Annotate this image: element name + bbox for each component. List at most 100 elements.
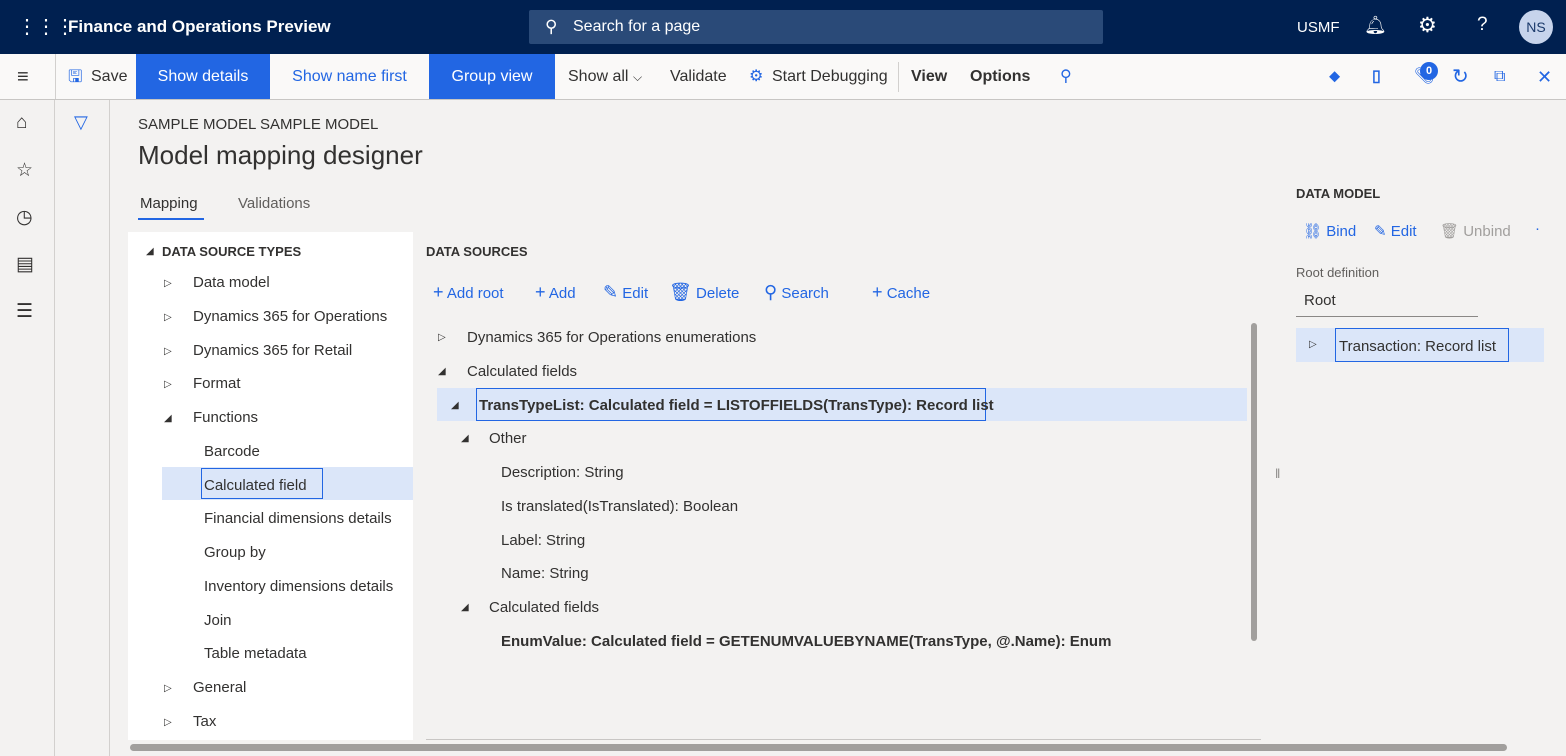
collapse-icon[interactable]: ◢ (451, 400, 459, 411)
data-source-item[interactable]: Dynamics 365 for Operations enumerations (467, 329, 756, 346)
open-new-window-icon[interactable]: ⧉ (1494, 54, 1505, 99)
debug-icon: ⚙ (749, 54, 763, 99)
type-tree-item[interactable]: General (193, 679, 246, 696)
type-tree-item[interactable]: Financial dimensions details (204, 510, 392, 527)
splitter-handle[interactable]: ‖ (1275, 466, 1280, 481)
app-title[interactable]: Finance and Operations Preview (68, 17, 331, 37)
chevron-down-icon: ⌵ (633, 70, 642, 84)
data-source-item[interactable]: Description: String (501, 464, 624, 481)
expand-icon[interactable]: ▷ (164, 683, 172, 694)
expand-icon[interactable]: ▷ (438, 332, 446, 343)
group-view-button[interactable]: Group view (429, 54, 555, 99)
more-icon[interactable]: · (1535, 220, 1540, 237)
add-button[interactable]: + Add (535, 282, 576, 303)
type-tree-item[interactable]: Dynamics 365 for Operations (193, 308, 387, 325)
power-apps-icon[interactable]: ⬥ (1329, 54, 1340, 99)
gear-icon[interactable]: ⚙ (1418, 13, 1437, 38)
expand-icon[interactable]: ▷ (164, 717, 172, 728)
validate-button[interactable]: Validate (670, 54, 727, 99)
hamburger-icon[interactable]: ≡ (17, 54, 29, 99)
page-title: Model mapping designer (138, 140, 423, 171)
type-tree-item[interactable]: Table metadata (204, 645, 307, 662)
type-tree-item[interactable]: Format (193, 375, 241, 392)
type-tree-item[interactable]: Group by (204, 544, 266, 561)
tab-mapping[interactable]: Mapping (140, 195, 198, 212)
toolbar-label: Cache (887, 285, 930, 302)
tab-validations[interactable]: Validations (238, 195, 310, 212)
close-icon[interactable]: ✕ (1537, 54, 1552, 99)
start-debugging-button[interactable]: Start Debugging (772, 54, 888, 99)
data-source-item[interactable]: Other (489, 430, 527, 447)
expand-icon[interactable]: ▷ (164, 346, 172, 357)
search-button[interactable]: ⚲ Search (764, 282, 829, 303)
data-source-item[interactable]: Is translated(IsTranslated): Boolean (501, 498, 738, 515)
type-tree-item[interactable]: Tax (193, 713, 216, 730)
search-icon: ⚲ (764, 282, 777, 302)
data-source-item[interactable]: EnumValue: Calculated field = GETENUMVAL… (501, 633, 1111, 650)
expand-icon[interactable]: ▷ (164, 312, 172, 323)
trash-icon: 🗑︎ (1440, 223, 1459, 240)
data-source-item[interactable]: Label: String (501, 532, 585, 549)
home-icon[interactable]: ⌂ (16, 112, 27, 134)
vertical-scrollbar[interactable] (1251, 323, 1257, 641)
data-source-item[interactable]: Name: String (501, 565, 589, 582)
list-icon[interactable]: ☰ (16, 300, 33, 323)
horizontal-scrollbar[interactable] (130, 744, 1507, 751)
data-sources-header: DATA SOURCES (426, 244, 528, 259)
view-tab[interactable]: View (911, 54, 947, 99)
type-tree-item[interactable]: Dynamics 365 for Retail (193, 342, 352, 359)
toolbar-label: Delete (696, 285, 739, 302)
expand-icon[interactable]: ▷ (164, 278, 172, 289)
refresh-icon[interactable]: ↻ (1452, 54, 1469, 99)
plus-icon: + (433, 282, 444, 302)
type-tree-item[interactable]: Data model (193, 274, 270, 291)
root-definition-field[interactable]: Root (1304, 292, 1336, 309)
data-source-item[interactable]: Calculated fields (489, 599, 599, 616)
clock-icon[interactable]: ◷ (16, 206, 33, 229)
pencil-icon: ✎ (603, 282, 618, 302)
top-bar: ⋮⋮⋮ Finance and Operations Preview ⚲ Sea… (0, 0, 1566, 54)
collapse-icon[interactable]: ◢ (164, 413, 172, 424)
breadcrumb: SAMPLE MODEL SAMPLE MODEL (138, 116, 378, 133)
collapse-icon[interactable]: ◢ (461, 433, 469, 444)
workspace-icon[interactable]: ▤ (16, 253, 34, 276)
expand-icon[interactable]: ▷ (164, 379, 172, 390)
cache-button[interactable]: + Cache (872, 282, 930, 303)
edit-button[interactable]: ✎ Edit (603, 282, 648, 303)
type-tree-item[interactable]: Inventory dimensions details (204, 578, 393, 595)
unbind-button[interactable]: 🗑︎ Unbind (1440, 222, 1511, 240)
show-all-dropdown[interactable]: Show all ⌵ (568, 54, 642, 99)
type-tree-item[interactable]: Join (204, 612, 232, 629)
office-icon[interactable]: ▯ (1372, 54, 1381, 99)
action-bar: ≡ 🖫 Save Show details Show name first Gr… (0, 54, 1566, 100)
company-picker[interactable]: USMF (1297, 19, 1340, 36)
pencil-icon: ✎ (1374, 223, 1387, 240)
save-button[interactable]: Save (91, 54, 127, 99)
collapse-icon[interactable]: ◢ (438, 366, 446, 377)
bind-button[interactable]: ⛓ Bind (1303, 222, 1356, 240)
help-icon[interactable]: ? (1477, 14, 1488, 36)
add-root-button[interactable]: + Add root (433, 282, 504, 303)
search-placeholder: Search for a page (573, 18, 700, 35)
star-icon[interactable]: ☆ (16, 159, 33, 182)
data-source-item[interactable]: Calculated fields (467, 363, 577, 380)
app-launcher-icon[interactable]: ⋮⋮⋮ (17, 14, 74, 39)
root-definition-label: Root definition (1296, 265, 1379, 280)
type-tree-item[interactable]: Barcode (204, 443, 260, 460)
search-input[interactable]: ⚲ Search for a page (529, 10, 1103, 44)
bell-icon[interactable]: 🔔︎ (1364, 15, 1387, 36)
edit-button[interactable]: ✎ Edit (1374, 222, 1417, 240)
search-icon[interactable]: ⚲ (1060, 54, 1072, 99)
type-tree-item[interactable]: Functions (193, 409, 258, 426)
unbind-label: Unbind (1463, 223, 1511, 240)
type-tree-item[interactable]: Calculated field (204, 477, 307, 494)
data-source-item[interactable]: TransTypeList: Calculated field = LISTOF… (479, 397, 994, 414)
collapse-icon[interactable]: ◢ (461, 602, 469, 613)
avatar[interactable]: NS (1519, 10, 1553, 44)
link-icon: ⛓ (1303, 223, 1322, 240)
delete-button[interactable]: 🗑︎ Delete (669, 282, 739, 303)
filter-icon[interactable]: ▽ (74, 112, 88, 133)
options-tab[interactable]: Options (970, 54, 1030, 99)
show-details-button[interactable]: Show details (136, 54, 270, 99)
show-name-first-button[interactable]: Show name first (270, 54, 429, 99)
